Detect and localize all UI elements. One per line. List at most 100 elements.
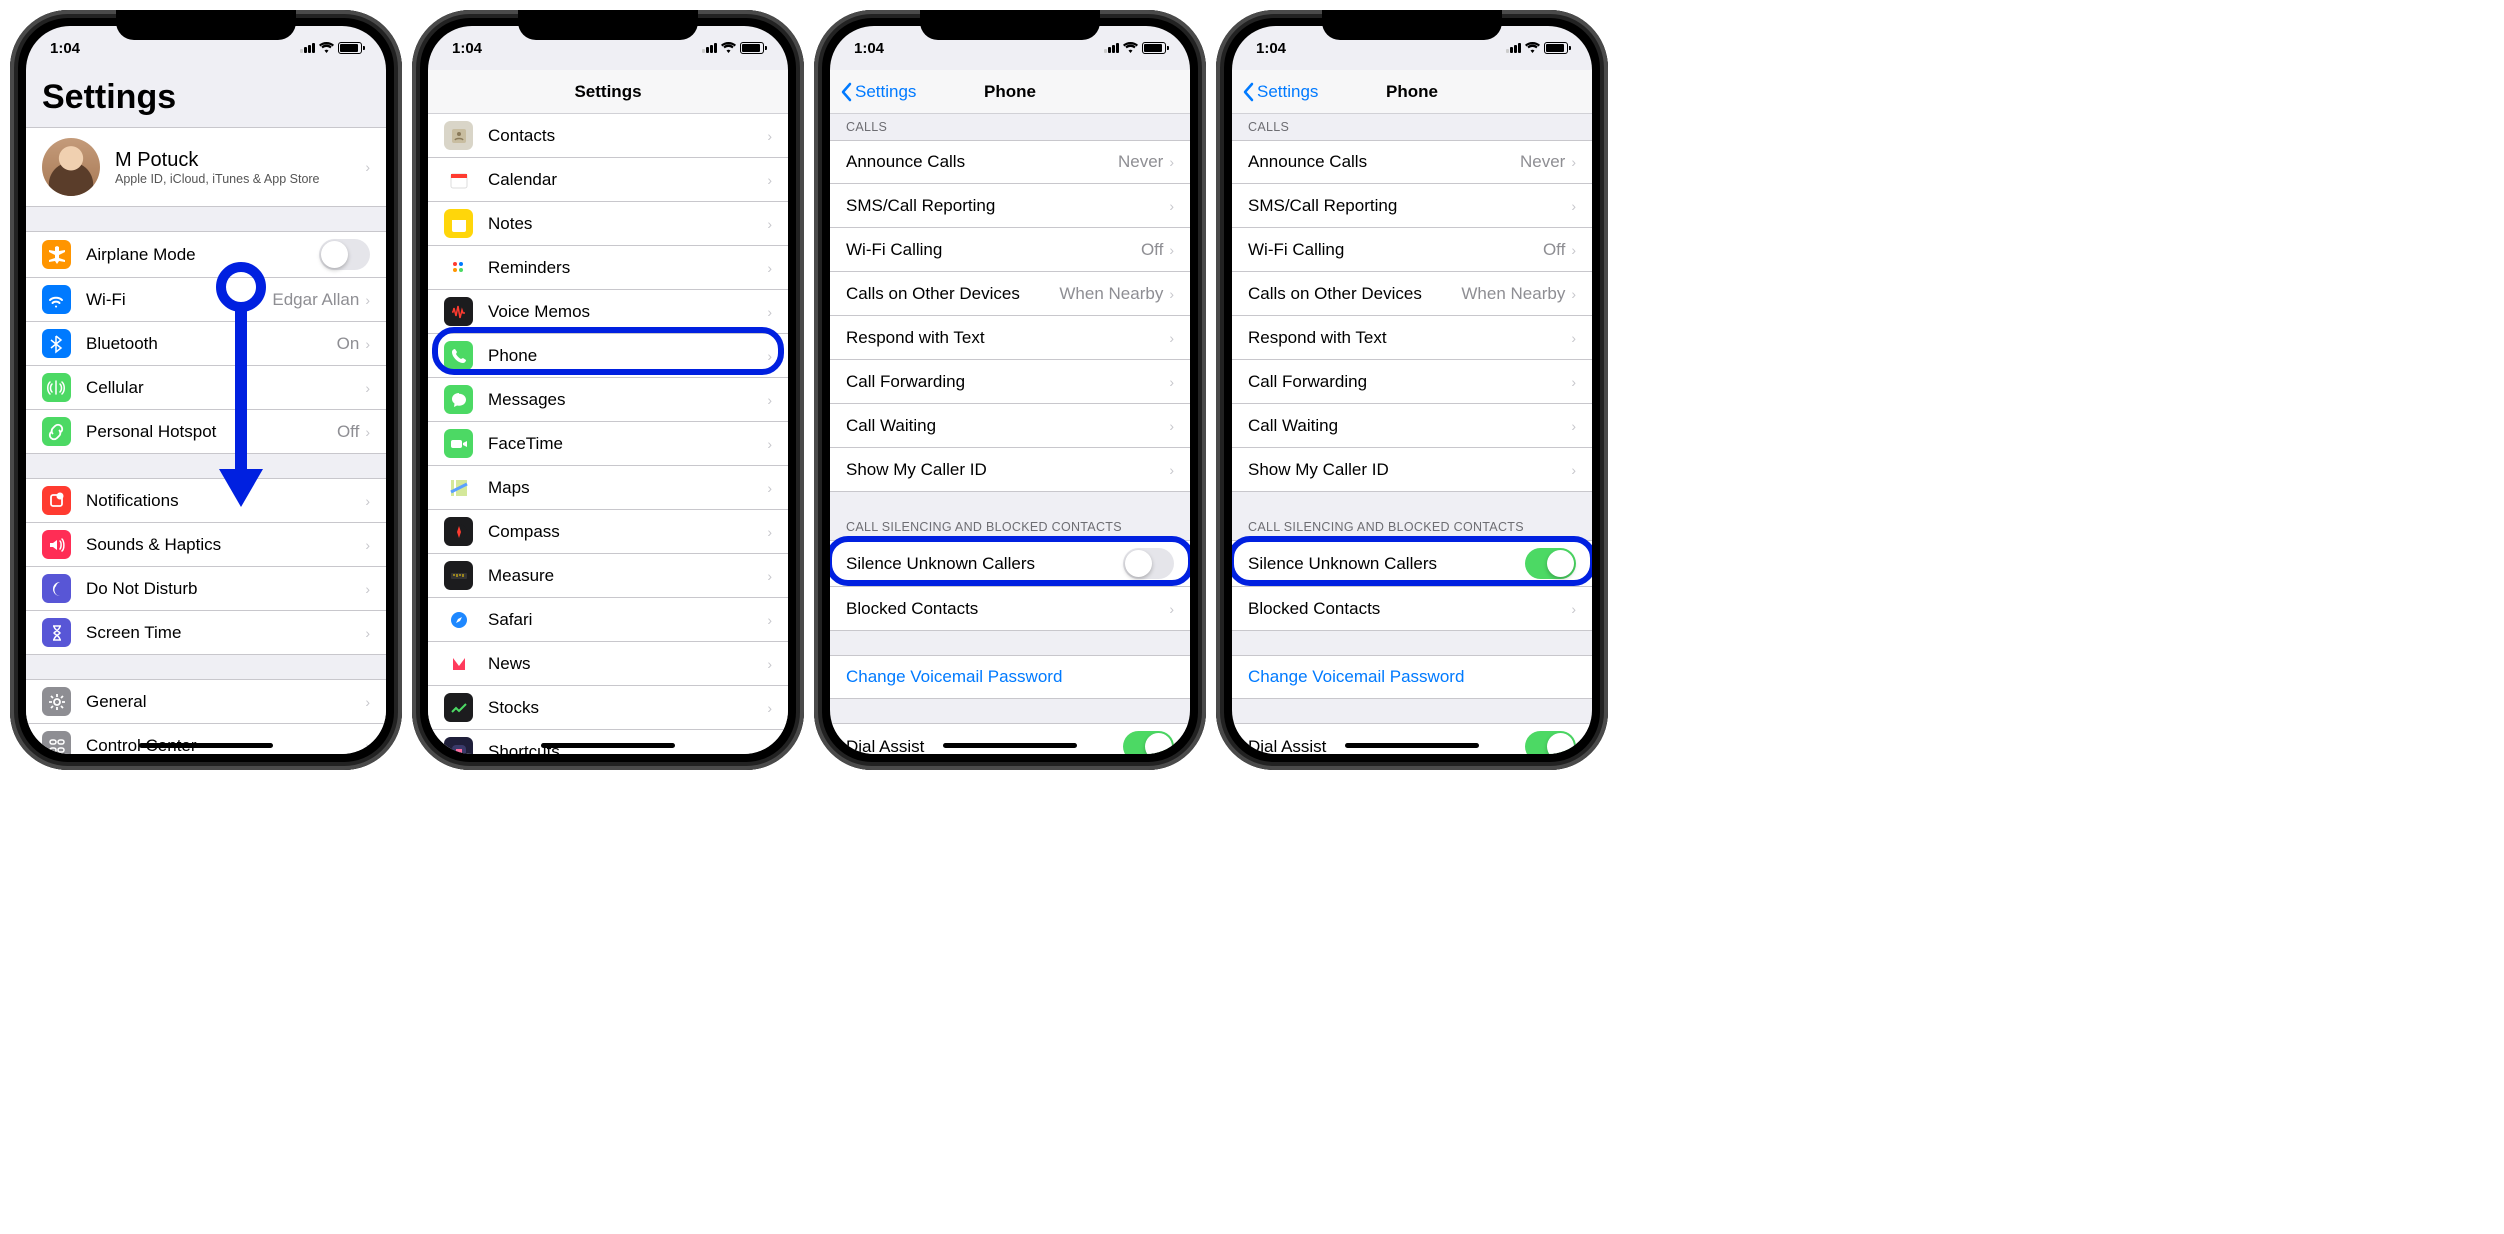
back-button[interactable]: Settings [1242, 82, 1318, 102]
profile-row[interactable]: M Potuck Apple ID, iCloud, iTunes & App … [26, 127, 386, 207]
row-blocked[interactable]: Blocked Contacts› [1232, 587, 1592, 631]
status-time: 1:04 [50, 40, 80, 57]
chevron-icon: › [1571, 374, 1576, 390]
row-notifications[interactable]: Notifications› [26, 478, 386, 523]
home-indicator[interactable] [139, 743, 273, 748]
row-hotspot[interactable]: Personal HotspotOff› [26, 410, 386, 454]
row-sms[interactable]: SMS/Call Reporting› [830, 184, 1190, 228]
row-other[interactable]: Calls on Other DevicesWhen Nearby› [1232, 272, 1592, 316]
home-indicator[interactable] [541, 743, 675, 748]
status-right [300, 41, 362, 56]
row-label: Call Waiting [846, 416, 1169, 436]
row-label: Airplane Mode [86, 245, 319, 265]
chevron-icon: › [1169, 418, 1174, 434]
row-respond[interactable]: Respond with Text› [830, 316, 1190, 360]
row-fwd[interactable]: Call Forwarding› [1232, 360, 1592, 404]
settings-list[interactable]: Contacts›Calendar›Notes›Reminders›Voice … [428, 114, 788, 754]
wifi-icon [721, 41, 736, 56]
airplane-toggle[interactable] [319, 239, 370, 270]
row-dial-assist[interactable]: Dial Assist [830, 723, 1190, 754]
screen-2: 1:04 Settings Contacts›Calendar›Notes›Re… [428, 26, 788, 754]
status-right [702, 41, 764, 56]
chevron-icon: › [1571, 330, 1576, 346]
row-wait[interactable]: Call Waiting› [830, 404, 1190, 448]
row-announce[interactable]: Announce CallsNever› [830, 140, 1190, 184]
row-label: Respond with Text [846, 328, 1169, 348]
phone-settings-list[interactable]: CALLSAnnounce CallsNever›SMS/Call Report… [830, 114, 1190, 754]
chevron-icon: › [365, 292, 370, 308]
contacts-icon [444, 121, 473, 150]
notch [920, 10, 1100, 40]
row-silence-unknown[interactable]: Silence Unknown Callers [1232, 540, 1592, 587]
bluetooth-icon [42, 329, 71, 358]
silence-unknown-toggle[interactable] [1123, 548, 1174, 579]
row-compass[interactable]: Compass› [428, 510, 788, 554]
home-indicator[interactable] [1345, 743, 1479, 748]
row-blocked[interactable]: Blocked Contacts› [830, 587, 1190, 631]
row-maps[interactable]: Maps› [428, 466, 788, 510]
row-label: Do Not Disturb [86, 579, 365, 599]
row-value: When Nearby [1461, 284, 1565, 304]
row-label: Change Voicemail Password [1248, 667, 1576, 687]
row-wificall[interactable]: Wi-Fi CallingOff› [830, 228, 1190, 272]
chevron-icon: › [767, 260, 772, 276]
chevron-icon: › [767, 744, 772, 755]
row-change-vm-password[interactable]: Change Voicemail Password [1232, 655, 1592, 699]
phone-frame-1: 1:04 Settings M Potuck Apple ID, iCloud,… [10, 10, 402, 770]
row-change-vm-password[interactable]: Change Voicemail Password [830, 655, 1190, 699]
row-messages[interactable]: Messages› [428, 378, 788, 422]
silence-unknown-toggle[interactable] [1525, 548, 1576, 579]
row-label: Wi-Fi [86, 290, 272, 310]
row-news[interactable]: News› [428, 642, 788, 686]
chevron-icon: › [767, 480, 772, 496]
dial-assist-toggle[interactable] [1123, 731, 1174, 754]
row-silence-unknown[interactable]: Silence Unknown Callers [830, 540, 1190, 587]
row-cellular[interactable]: Cellular› [26, 366, 386, 410]
measure-icon [444, 561, 473, 590]
row-wait[interactable]: Call Waiting› [1232, 404, 1592, 448]
row-notes[interactable]: Notes› [428, 202, 788, 246]
row-other[interactable]: Calls on Other DevicesWhen Nearby› [830, 272, 1190, 316]
row-bluetooth[interactable]: BluetoothOn› [26, 322, 386, 366]
row-cc[interactable]: Control Center› [26, 724, 386, 754]
row-cid[interactable]: Show My Caller ID› [1232, 448, 1592, 492]
row-calendar[interactable]: Calendar› [428, 158, 788, 202]
row-label: Calendar [488, 170, 767, 190]
row-safari[interactable]: Safari› [428, 598, 788, 642]
row-wifi[interactable]: Wi-FiEdgar Allan› [26, 278, 386, 322]
row-stocks[interactable]: Stocks› [428, 686, 788, 730]
calls-header: CALLS [830, 114, 1190, 140]
row-announce[interactable]: Announce CallsNever› [1232, 140, 1592, 184]
row-respond[interactable]: Respond with Text› [1232, 316, 1592, 360]
chevron-icon: › [365, 380, 370, 396]
row-wificall[interactable]: Wi-Fi CallingOff› [1232, 228, 1592, 272]
row-label: Blocked Contacts [1248, 599, 1571, 619]
row-sounds[interactable]: Sounds & Haptics› [26, 523, 386, 567]
row-facetime[interactable]: FaceTime› [428, 422, 788, 466]
row-sms[interactable]: SMS/Call Reporting› [1232, 184, 1592, 228]
phone-settings-list[interactable]: CALLSAnnounce CallsNever›SMS/Call Report… [1232, 114, 1592, 754]
row-contacts[interactable]: Contacts› [428, 114, 788, 158]
row-phone[interactable]: Phone› [428, 334, 788, 378]
row-dnd[interactable]: Do Not Disturb› [26, 567, 386, 611]
nav-bar: Settings Phone [830, 70, 1190, 114]
settings-list[interactable]: Settings M Potuck Apple ID, iCloud, iTun… [26, 70, 386, 754]
dial-assist-toggle[interactable] [1525, 731, 1576, 754]
row-measure[interactable]: Measure› [428, 554, 788, 598]
row-screentime[interactable]: Screen Time› [26, 611, 386, 655]
back-button[interactable]: Settings [840, 82, 916, 102]
row-airplane[interactable]: Airplane Mode [26, 231, 386, 278]
row-label: Bluetooth [86, 334, 337, 354]
row-label: Silence Unknown Callers [846, 554, 1123, 574]
row-fwd[interactable]: Call Forwarding› [830, 360, 1190, 404]
silencing-header: CALL SILENCING AND BLOCKED CONTACTS [1232, 514, 1592, 540]
row-label: Phone [488, 346, 767, 366]
row-reminders[interactable]: Reminders› [428, 246, 788, 290]
home-indicator[interactable] [943, 743, 1077, 748]
row-dial-assist[interactable]: Dial Assist [1232, 723, 1592, 754]
row-cid[interactable]: Show My Caller ID› [830, 448, 1190, 492]
row-vmemos[interactable]: Voice Memos› [428, 290, 788, 334]
chevron-icon: › [1571, 154, 1576, 170]
row-general[interactable]: General› [26, 679, 386, 724]
row-shortcuts[interactable]: Shortcuts› [428, 730, 788, 754]
